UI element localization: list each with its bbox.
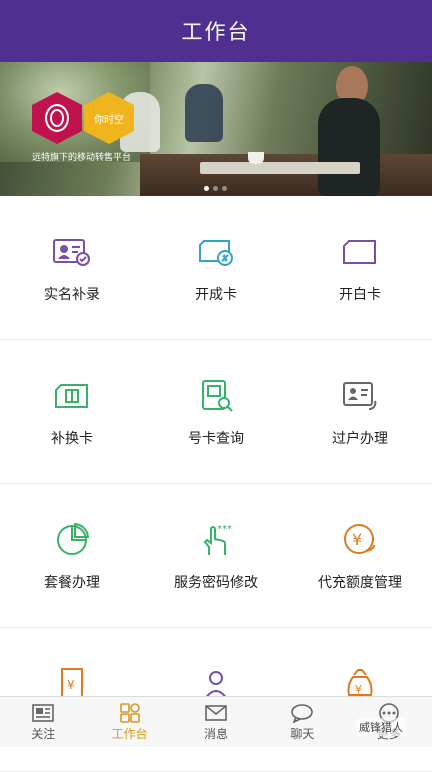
banner-photo-person [185, 84, 223, 142]
transfer-id-icon [340, 380, 380, 412]
grid-icon [119, 703, 140, 723]
feature-label: 实名补录 [44, 287, 100, 303]
tab-label: 消息 [204, 727, 229, 741]
feature-plan-handling[interactable]: 套餐办理 [0, 484, 144, 627]
carousel-dot[interactable] [204, 186, 209, 191]
blank-sim-card-icon [340, 236, 380, 268]
sim-card-link-icon [196, 236, 236, 268]
tab-follow[interactable]: 关注 [0, 697, 86, 747]
banner-slogan: 远特旗下的移动转售平台 [32, 153, 132, 163]
sim-search-icon [196, 380, 236, 412]
feature-replace-card[interactable]: 补换卡 [0, 340, 144, 483]
banner-photo-floor [140, 154, 432, 196]
pie-chart-icon [52, 523, 92, 556]
feature-label: 服务密码修改 [174, 575, 258, 591]
tab-chat[interactable]: 聊天 [259, 697, 345, 747]
tab-workbench[interactable]: 工作台 [86, 697, 172, 747]
brand-badge-text: 你时空 [94, 114, 124, 126]
feature-label: 过户办理 [332, 431, 388, 447]
watermark: 威锋猎人 [356, 718, 406, 736]
svg-text:¥: ¥ [67, 678, 75, 692]
carousel-dot[interactable] [213, 186, 218, 191]
feature-real-name-supplement[interactable]: 实名补录 [0, 196, 144, 339]
feature-open-blank-card[interactable]: 开白卡 [288, 196, 432, 339]
touch-password-icon: *** [196, 524, 236, 556]
tab-label: 聊天 [290, 727, 315, 741]
svg-text:¥: ¥ [355, 683, 362, 696]
tab-messages[interactable]: 消息 [173, 697, 259, 747]
chat-bubble-icon [291, 704, 314, 723]
banner-photo-cup [248, 152, 264, 164]
feature-grid: 实名补录 开成卡 开白卡 补换卡 号卡查询 过户办理 套餐办理 *** 服务密码… [0, 196, 432, 772]
feature-ownership-transfer[interactable]: 过户办理 [288, 340, 432, 483]
feature-label: 开白卡 [339, 287, 381, 303]
page-title-bar: 工作台 [0, 0, 432, 62]
envelope-icon [205, 705, 227, 721]
carousel-indicator[interactable] [204, 186, 227, 191]
feature-row: 补换卡 号卡查询 过户办理 [0, 340, 432, 484]
feature-recharge-quota-management[interactable]: ¥ 代充额度管理 [288, 484, 432, 627]
feature-label: 套餐办理 [44, 575, 100, 591]
feature-open-finished-card[interactable]: 开成卡 [144, 196, 288, 339]
feature-row: 实名补录 开成卡 开白卡 [0, 196, 432, 340]
feature-row: 套餐办理 *** 服务密码修改 ¥ 代充额度管理 [0, 484, 432, 628]
page-title: 工作台 [181, 20, 251, 44]
feature-label: 号卡查询 [188, 431, 244, 447]
carousel-dot[interactable] [222, 186, 227, 191]
yuan-coin-icon: ¥ [340, 524, 380, 556]
feature-label: 开成卡 [195, 287, 237, 303]
svg-text:***: *** [217, 524, 232, 535]
replace-sim-card-icon [52, 380, 92, 412]
feature-label: 补换卡 [51, 431, 93, 447]
feature-label: 代充额度管理 [318, 575, 402, 591]
dashboard-icon [32, 704, 55, 722]
banner-photo-table [200, 162, 360, 174]
svg-text:¥: ¥ [352, 530, 362, 549]
tab-label: 工作台 [111, 727, 148, 741]
id-card-check-icon [52, 236, 92, 268]
promo-banner[interactable]: 你时空 远特旗下的移动转售平台 [0, 62, 432, 196]
banner-photo-person [318, 98, 380, 196]
feature-service-password-change[interactable]: *** 服务密码修改 [144, 484, 288, 627]
feature-card-query[interactable]: 号卡查询 [144, 340, 288, 483]
tab-label: 关注 [31, 727, 56, 741]
